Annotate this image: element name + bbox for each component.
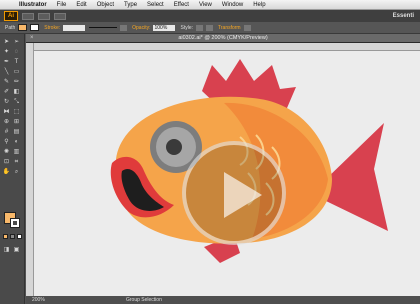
menu-help[interactable]: Help — [248, 2, 270, 8]
menu-bar: Illustrator File Edit Object Type Select… — [0, 0, 420, 10]
scale-tool-icon[interactable]: ⤡ — [12, 98, 21, 106]
perspective-grid-tool-icon[interactable]: ⊞ — [12, 118, 21, 126]
shape-builder-tool-icon[interactable]: ⊕ — [2, 118, 11, 126]
none-mode-button[interactable] — [17, 234, 22, 239]
canvas[interactable] — [34, 51, 420, 296]
draw-mode-icon[interactable]: ◨ — [2, 246, 11, 254]
artboard-tool-icon[interactable]: ⊡ — [2, 158, 11, 166]
style-dropdown[interactable] — [196, 24, 203, 31]
application-bar: Ai Essenti — [0, 10, 420, 22]
stroke-weight-field[interactable] — [63, 24, 86, 31]
illustrator-logo: Ai — [4, 11, 18, 21]
gradient-mode-button[interactable] — [10, 234, 15, 239]
mesh-tool-icon[interactable]: # — [2, 128, 11, 136]
opacity-label[interactable]: Opacity: — [132, 25, 150, 31]
type-tool-icon[interactable]: T — [12, 58, 21, 66]
free-transform-tool-icon[interactable]: ⬚ — [12, 108, 21, 116]
menu-effect[interactable]: Effect — [169, 2, 194, 8]
options-icon[interactable] — [243, 24, 251, 31]
tools-panel: ➤ ➢ ✦ ◌ ✒ T ╲ ▭ ✎ ✏ ✐ ◧ ↻ ⤡ ⧓ ⬚ ⊕ ⊞ # ▤ … — [0, 34, 25, 304]
stroke-label[interactable]: Stroke: — [44, 25, 60, 31]
gradient-tool-icon[interactable]: ▤ — [12, 128, 21, 136]
brush-preview[interactable] — [89, 27, 118, 28]
bridge-icon[interactable] — [22, 12, 34, 20]
width-tool-icon[interactable]: ⧓ — [2, 108, 11, 116]
eyedropper-tool-icon[interactable]: ⚲ — [2, 138, 11, 146]
video-play-button[interactable] — [182, 141, 286, 245]
line-tool-icon[interactable]: ╲ — [2, 68, 11, 76]
stroke-swatch[interactable] — [30, 24, 40, 31]
style-label: Style: — [180, 24, 193, 31]
menu-view[interactable]: View — [194, 2, 217, 8]
menu-edit[interactable]: Edit — [71, 2, 91, 8]
graph-tool-icon[interactable]: ▥ — [12, 148, 21, 156]
pen-tool-icon[interactable]: ✒ — [2, 58, 11, 66]
horizontal-ruler[interactable] — [26, 43, 420, 51]
symbol-sprayer-tool-icon[interactable]: ✺ — [2, 148, 11, 156]
menu-file[interactable]: File — [52, 2, 72, 8]
menu-object[interactable]: Object — [92, 2, 119, 8]
fill-swatch[interactable] — [18, 24, 28, 31]
menu-select[interactable]: Select — [142, 2, 169, 8]
eraser-tool-icon[interactable]: ◧ — [12, 88, 21, 96]
selection-tool-icon[interactable]: ➤ — [2, 38, 11, 46]
selection-type-label: Path — [5, 24, 16, 31]
blob-brush-tool-icon[interactable]: ✐ — [2, 88, 11, 96]
control-panel: Path Stroke: Opacity: 100% Style: Transf… — [0, 22, 420, 34]
direct-selection-tool-icon[interactable]: ➢ — [12, 38, 21, 46]
paintbrush-tool-icon[interactable]: ✎ — [2, 78, 11, 86]
document-tab[interactable]: × ai0302.ai* @ 200% (CMYK/Preview) — [26, 34, 420, 43]
blend-tool-icon[interactable]: ◐ — [12, 138, 21, 146]
menu-app-name[interactable]: Illustrator — [14, 2, 52, 8]
play-icon — [224, 172, 262, 218]
current-tool-status[interactable]: Group Selection — [126, 296, 162, 304]
document-title: ai0302.ai* @ 200% (CMYK/Preview) — [178, 35, 268, 41]
color-mode-button[interactable] — [3, 234, 8, 239]
workspace-switcher[interactable]: Essenti — [393, 13, 414, 19]
brush-dropdown[interactable] — [120, 24, 128, 31]
slice-tool-icon[interactable]: ⌗ — [12, 158, 21, 166]
opacity-field[interactable]: 100% — [153, 24, 176, 31]
lasso-tool-icon[interactable]: ◌ — [12, 48, 21, 56]
vertical-ruler[interactable] — [26, 43, 34, 296]
zoom-level[interactable]: 200% — [32, 296, 45, 304]
hand-tool-icon[interactable]: ✋ — [2, 168, 11, 176]
screen-mode-icon[interactable]: ▣ — [12, 246, 21, 254]
workspace-icon[interactable] — [54, 12, 66, 20]
rotate-tool-icon[interactable]: ↻ — [2, 98, 11, 106]
status-bar: 200% Group Selection — [26, 296, 420, 304]
menu-window[interactable]: Window — [217, 2, 248, 8]
transform-link[interactable]: Transform — [218, 25, 241, 31]
pencil-tool-icon[interactable]: ✏ — [12, 78, 21, 86]
menu-type[interactable]: Type — [119, 2, 142, 8]
rectangle-tool-icon[interactable]: ▭ — [12, 68, 21, 76]
arrange-documents-icon[interactable] — [38, 12, 50, 20]
magic-wand-tool-icon[interactable]: ✦ — [2, 48, 11, 56]
stroke-color-swatch[interactable] — [10, 218, 20, 228]
align-icon[interactable] — [206, 24, 213, 31]
zoom-tool-icon[interactable]: ⌕ — [12, 168, 21, 176]
